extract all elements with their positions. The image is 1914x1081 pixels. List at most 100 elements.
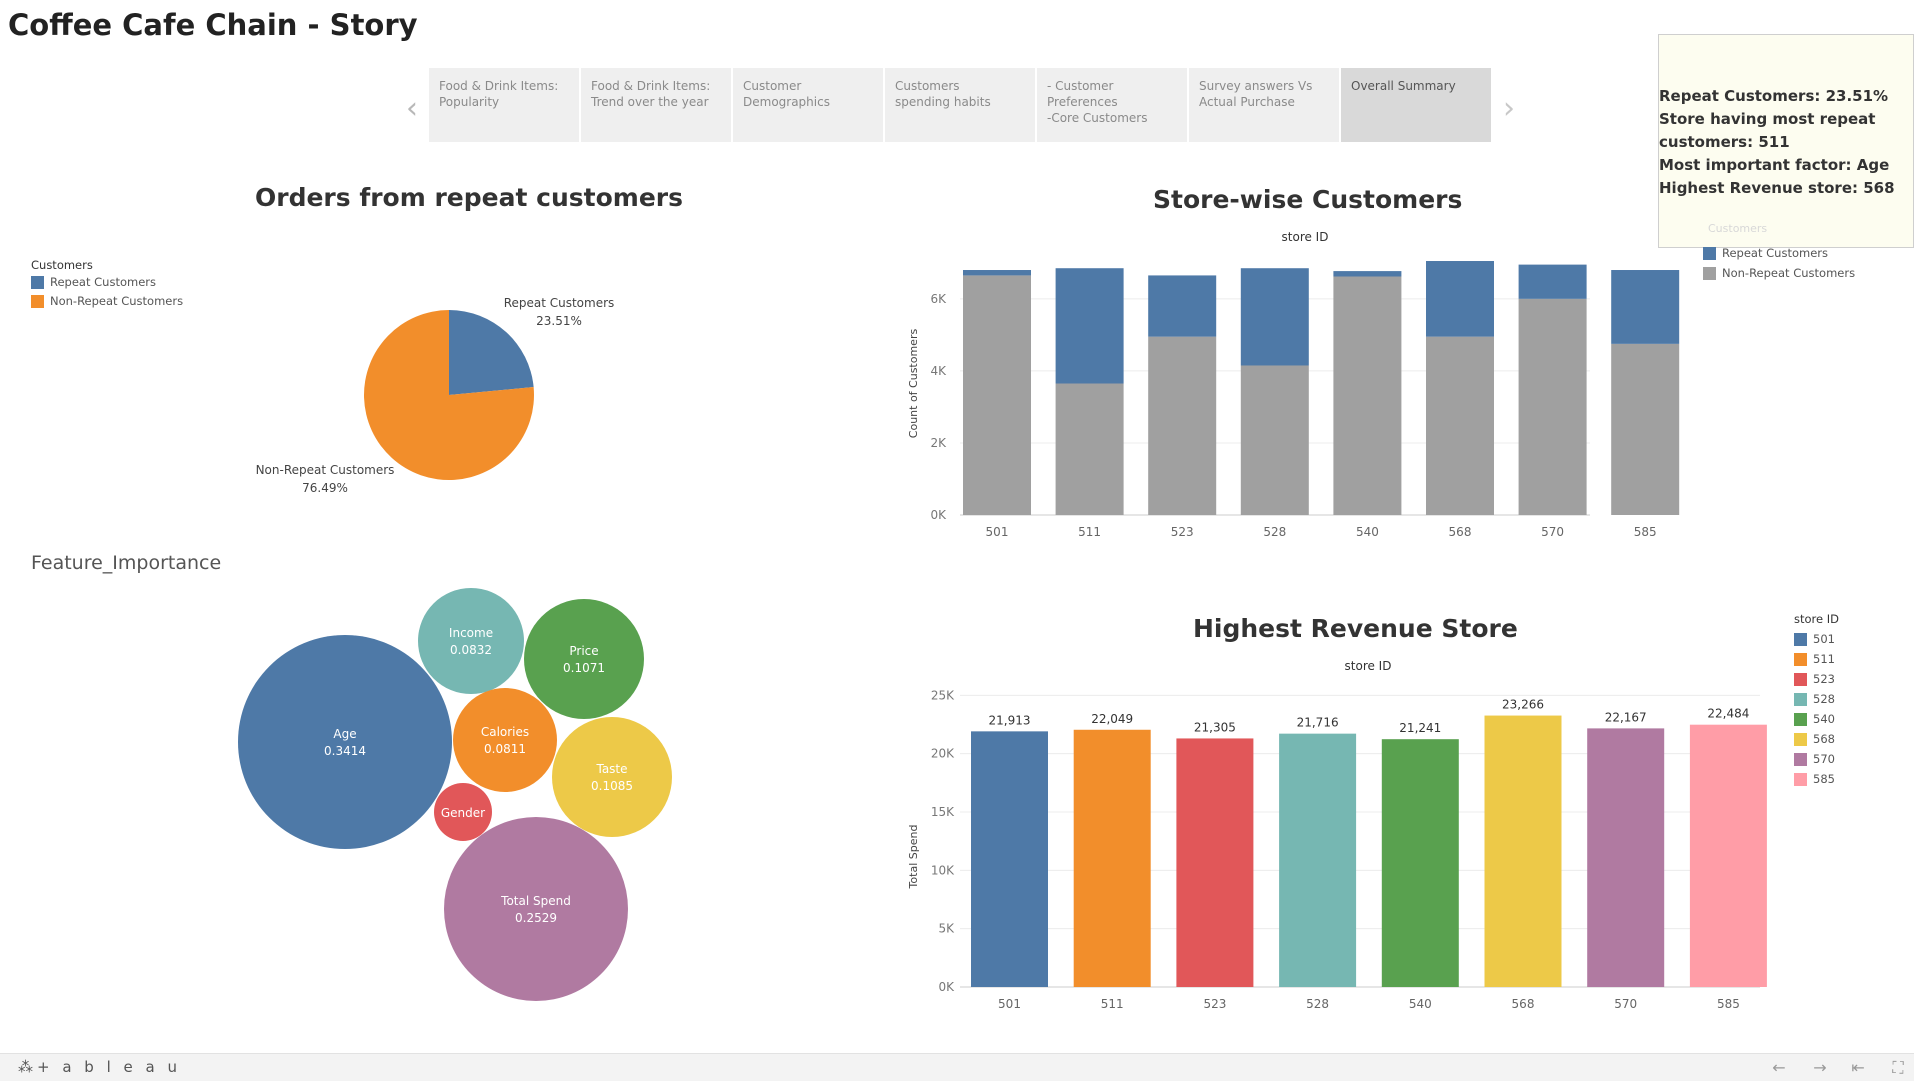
data-label: 21,241 [1399, 721, 1441, 735]
legend-label: 568 [1813, 732, 1835, 746]
pie-slice-value: 23.51% [536, 314, 582, 328]
x-tick-label: 568 [1512, 997, 1535, 1011]
revenue-legend-item-540[interactable]: 540 [1794, 709, 1839, 729]
tableau-logo-text: + a b l e a u [37, 1058, 181, 1076]
data-label: 21,305 [1194, 720, 1236, 734]
legend-item-non-repeat[interactable]: Non-Repeat Customers [31, 291, 183, 311]
bar-segment-non-repeat-501[interactable] [963, 275, 1031, 515]
bar-segment-repeat-523[interactable] [1148, 275, 1217, 337]
x-tick-label: 501 [986, 525, 1009, 539]
pie-legend-title: Customers [31, 258, 93, 272]
revenue-legend-item-528[interactable]: 528 [1794, 689, 1839, 709]
bubble-price[interactable]: Price 0.1071 [524, 599, 644, 719]
bubble-income[interactable]: Income 0.0832 [418, 588, 524, 694]
bubble-value: 0.0811 [484, 742, 526, 756]
y-tick-label: 25K [931, 688, 955, 702]
chevron-left-icon[interactable]: ‹ [400, 94, 424, 124]
x-tick-label: 568 [1449, 525, 1472, 539]
pie-slice-repeat[interactable] [449, 310, 534, 395]
legend-swatch [1794, 712, 1807, 726]
story-tab-1[interactable]: Food & Drink Items: Popularity [429, 68, 579, 142]
revenue-legend-item-568[interactable]: 568 [1794, 729, 1839, 749]
legend-swatch [1703, 246, 1716, 260]
y-tick-label: 10K [931, 863, 955, 877]
data-label: 22,484 [1707, 707, 1749, 721]
bar-segment-repeat-568[interactable] [1426, 261, 1494, 337]
bar-segment-repeat-585[interactable] [1611, 270, 1680, 344]
x-tick-label: 523 [1203, 997, 1226, 1011]
bubble-value: 0.2529 [515, 911, 557, 925]
bubble-taste[interactable]: Taste 0.1085 [552, 717, 672, 837]
revenue-bar-568[interactable] [1484, 715, 1562, 987]
ghost-legend-title: Customers [1708, 222, 1768, 235]
revenue-bar-501[interactable] [971, 731, 1048, 987]
bubble-label: Taste [595, 762, 627, 776]
revenue-bar-chart: store ID 0K 5K 10K 15K 20K 25K Total Spend 21,91… [907, 659, 1767, 1011]
revenue-legend-item-523[interactable]: 523 [1794, 669, 1839, 689]
bar-segment-non-repeat-540[interactable] [1333, 276, 1402, 515]
store-wise-legend: Repeat Customers Non-Repeat Customers [1703, 243, 1855, 283]
revenue-bar-523[interactable] [1176, 738, 1254, 987]
bar-segment-non-repeat-511[interactable] [1055, 383, 1124, 516]
bar-segment-repeat-501[interactable] [963, 270, 1031, 276]
legend-item-non-repeat[interactable]: Non-Repeat Customers [1703, 263, 1855, 283]
story-tab-7[interactable]: Overall Summary [1341, 68, 1491, 142]
legend-swatch [1794, 672, 1807, 686]
bar-segment-repeat-528[interactable] [1240, 268, 1309, 366]
y-axis-label: Count of Customers [907, 329, 920, 439]
revenue-legend-item-585[interactable]: 585 [1794, 769, 1839, 789]
x-tick-label: 511 [1101, 997, 1124, 1011]
legend-swatch [1794, 692, 1807, 706]
legend-label: 523 [1813, 672, 1835, 686]
revenue-bar-528[interactable] [1279, 733, 1357, 987]
bubble-calories[interactable]: Calories 0.0811 [453, 688, 557, 792]
story-tab-4[interactable]: Customers spending habits [885, 68, 1035, 142]
bubble-age[interactable]: Age 0.3414 [238, 635, 452, 849]
revenue-legend-item-501[interactable]: 501 [1794, 629, 1839, 649]
story-tab-6[interactable]: Survey answers Vs Actual Purchase [1189, 68, 1339, 142]
bar-segment-non-repeat-568[interactable] [1426, 336, 1494, 515]
bar-segment-non-repeat-585[interactable] [1611, 343, 1680, 515]
summary-important-factor: Most important factor: Age [1659, 156, 1890, 174]
story-tab-5[interactable]: - Customer Preferences -Core Customers [1037, 68, 1187, 142]
revert-icon[interactable]: ⇤ [1846, 1058, 1870, 1077]
legend-swatch [31, 275, 44, 289]
legend-label: Repeat Customers [1722, 246, 1828, 260]
bar-segment-non-repeat-523[interactable] [1148, 336, 1217, 515]
revenue-legend-item-511[interactable]: 511 [1794, 649, 1839, 669]
undo-icon[interactable]: ← [1767, 1058, 1791, 1077]
redo-icon[interactable]: → [1808, 1058, 1832, 1077]
x-tick-label: 511 [1078, 525, 1101, 539]
bar-segment-repeat-511[interactable] [1055, 268, 1124, 384]
summary-repeat-customers: Repeat Customers: 23.51% [1659, 87, 1889, 105]
tableau-logo: ⁂+ a b l e a u [18, 1058, 181, 1076]
bubble-gender[interactable]: Gender [434, 783, 492, 841]
fullscreen-icon[interactable]: ⛶ [1886, 1058, 1910, 1077]
bar-segment-repeat-570[interactable] [1518, 264, 1587, 299]
revenue-bar-585[interactable] [1689, 724, 1767, 987]
pie-chart-title: Orders from repeat customers [255, 183, 683, 212]
bubble-label: Calories [481, 725, 529, 739]
chevron-right-icon[interactable]: › [1497, 94, 1521, 124]
revenue-bar-540[interactable] [1381, 739, 1459, 987]
bar-segment-non-repeat-570[interactable] [1518, 298, 1587, 515]
legend-swatch [1794, 652, 1807, 666]
story-tab-2[interactable]: Food & Drink Items: Trend over the year [581, 68, 731, 142]
bar-segment-repeat-540[interactable] [1333, 271, 1402, 277]
revenue-bar-511[interactable] [1073, 729, 1151, 987]
bubble-label: Price [569, 644, 598, 658]
legend-item-repeat[interactable]: Repeat Customers [1703, 243, 1855, 263]
bubble-total-spend[interactable]: Total Spend 0.2529 [444, 817, 628, 1001]
revenue-legend-item-570[interactable]: 570 [1794, 749, 1839, 769]
legend-item-repeat[interactable]: Repeat Customers [31, 272, 183, 292]
bubble-value: 0.1085 [591, 779, 633, 793]
bottom-toolbar [0, 1053, 1914, 1081]
data-label: 23,266 [1502, 698, 1544, 712]
column-header: store ID [1345, 659, 1392, 673]
store-wise-bar-chart: store ID 0K 2K 4K 6K Count of Customers 501 511… [907, 230, 1680, 539]
story-title: Coffee Cafe Chain - Story [8, 8, 418, 42]
story-tab-3[interactable]: Customer Demographics [733, 68, 883, 142]
legend-label: 585 [1813, 772, 1835, 786]
bar-segment-non-repeat-528[interactable] [1240, 365, 1309, 515]
revenue-bar-570[interactable] [1587, 728, 1665, 987]
